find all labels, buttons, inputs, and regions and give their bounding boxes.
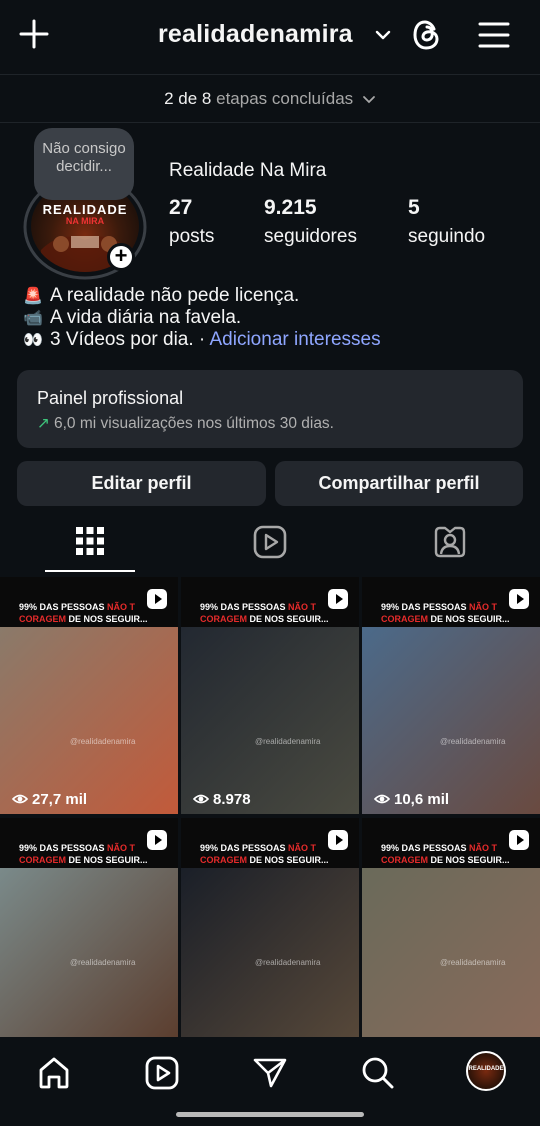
tab-grid[interactable] bbox=[0, 516, 180, 572]
eye-icon bbox=[373, 794, 391, 804]
grid-post[interactable]: 99% DAS PESSOAS NÃO T CORAGEM DE NOS SEGU… bbox=[181, 577, 359, 814]
post-thumbnail bbox=[0, 627, 178, 814]
reel-badge-icon bbox=[328, 830, 348, 850]
grid-post[interactable]: 99% DAS PESSOAS NÃO T CORAGEM DE NOS SEGU… bbox=[362, 577, 540, 814]
plus-icon[interactable] bbox=[18, 18, 50, 50]
watermark: @realidadenamira bbox=[255, 958, 321, 967]
chevron-down-icon[interactable] bbox=[374, 28, 392, 42]
bio-line: 📹 A vida diária na favela. bbox=[22, 307, 381, 329]
banner-line-1: 99% DAS PESSOAS NÃO T bbox=[381, 602, 498, 612]
bio-text: 3 Vídeos por dia. · bbox=[50, 329, 210, 350]
banner-line-2: CORAGEM DE NOS SEGUIR... bbox=[19, 614, 148, 624]
menu-icon[interactable] bbox=[478, 20, 510, 50]
watermark: @realidadenamira bbox=[70, 737, 136, 746]
reel-badge-icon bbox=[147, 830, 167, 850]
watermark: @realidadenamira bbox=[255, 737, 321, 746]
stat-following[interactable]: 5 seguindo bbox=[408, 196, 485, 248]
dashboard-subtitle: ↗ 6,0 mi visualizações nos últimos 30 dia… bbox=[37, 414, 334, 433]
send-icon[interactable] bbox=[252, 1055, 288, 1091]
reels-icon[interactable] bbox=[144, 1055, 180, 1091]
profile-name: Realidade Na Mira bbox=[169, 160, 327, 181]
reel-badge-icon bbox=[509, 830, 529, 850]
dashboard-title: Painel profissional bbox=[37, 388, 184, 408]
stat-label: seguidores bbox=[264, 226, 357, 247]
view-count: 10,6 mil bbox=[373, 791, 449, 808]
stat-number: 5 bbox=[408, 196, 420, 219]
steps-done: 2 de 8 bbox=[164, 89, 212, 108]
chevron-down-icon bbox=[362, 95, 375, 103]
avatar-logo-text: REALIDADE bbox=[468, 1066, 504, 1072]
grid-post[interactable]: 99% DAS PESSOAS NÃO T CORAGEM DE NOS SEGU… bbox=[0, 818, 178, 1055]
add-story-button[interactable]: + bbox=[107, 243, 135, 271]
home-indicator[interactable] bbox=[176, 1112, 364, 1117]
threads-icon[interactable] bbox=[410, 18, 444, 52]
view-count: 27,7 mil bbox=[11, 791, 87, 808]
banner-line-2: CORAGEM DE NOS SEGUIR... bbox=[200, 614, 329, 624]
banner-line-2: CORAGEM DE NOS SEGUIR... bbox=[200, 855, 329, 865]
edit-profile-button[interactable]: Editar perfil bbox=[17, 461, 266, 506]
share-profile-button[interactable]: Compartilhar perfil bbox=[275, 461, 523, 506]
top-bar: realidadenamira bbox=[0, 0, 540, 74]
reels-icon bbox=[253, 525, 287, 559]
profile-tabs bbox=[0, 516, 540, 572]
reel-badge-icon bbox=[328, 589, 348, 609]
banner-line-2: CORAGEM DE NOS SEGUIR... bbox=[381, 614, 510, 624]
note-bubble[interactable]: Não consigo decidir... bbox=[34, 128, 134, 200]
grid-post[interactable]: 99% DAS PESSOAS NÃO T CORAGEM DE NOS SEGU… bbox=[181, 818, 359, 1055]
add-interests-link[interactable]: Adicionar interesses bbox=[210, 329, 381, 350]
eyes-icon: 👀 bbox=[23, 332, 43, 349]
stat-label: seguindo bbox=[408, 226, 486, 247]
grid-post[interactable]: 99% DAS PESSOAS NÃO T CORAGEM DE NOS SEGU… bbox=[0, 577, 178, 814]
username-switcher[interactable]: realidadenamira bbox=[158, 20, 353, 49]
watermark: @realidadenamira bbox=[440, 737, 506, 746]
eye-icon bbox=[11, 794, 29, 804]
eye-icon bbox=[192, 794, 210, 804]
siren-icon: 🚨 bbox=[23, 288, 43, 305]
bio-line: 🚨 A realidade não pede licença. bbox=[22, 285, 381, 307]
banner-line-1: 99% DAS PESSOAS NÃO T bbox=[200, 602, 317, 612]
watermark: @realidadenamira bbox=[70, 958, 136, 967]
search-icon[interactable] bbox=[360, 1055, 396, 1091]
stat-number: 9.215 bbox=[264, 196, 317, 219]
post-thumbnail bbox=[362, 627, 540, 814]
home-icon[interactable] bbox=[36, 1055, 72, 1091]
profile-avatar[interactable]: REALIDADE bbox=[466, 1051, 506, 1091]
banner-line-1: 99% DAS PESSOAS NÃO T bbox=[381, 843, 498, 853]
bio-text: A vida diária na favela. bbox=[50, 307, 242, 328]
tagged-person-icon bbox=[434, 526, 466, 558]
watermark: @realidadenamira bbox=[440, 958, 506, 967]
reel-badge-icon bbox=[147, 589, 167, 609]
stat-label: posts bbox=[169, 226, 215, 247]
tab-reels[interactable] bbox=[180, 516, 360, 572]
banner-line-1: 99% DAS PESSOAS NÃO T bbox=[19, 843, 136, 853]
grid-icon bbox=[76, 527, 104, 555]
dashboard-subtitle-text: 6,0 mi visualizações nos últimos 30 dias… bbox=[54, 415, 334, 432]
grid-post[interactable]: 99% DAS PESSOAS NÃO T CORAGEM DE NOS SEGU… bbox=[362, 818, 540, 1055]
stat-followers[interactable]: 9.215 seguidores bbox=[264, 196, 357, 248]
divider bbox=[0, 74, 540, 75]
stat-number: 27 bbox=[169, 196, 193, 219]
trend-up-icon: ↗ bbox=[37, 415, 50, 432]
stat-posts[interactable]: 27 posts bbox=[169, 196, 214, 248]
bio-text: A realidade não pede licença. bbox=[50, 285, 300, 306]
banner-line-1: 99% DAS PESSOAS NÃO T bbox=[19, 602, 136, 612]
onboarding-steps[interactable]: 2 de 8 etapas concluídas bbox=[0, 76, 540, 122]
banner-line-2: CORAGEM DE NOS SEGUIR... bbox=[381, 855, 510, 865]
bio-line: 👀 3 Vídeos por dia. · Adicionar interesse… bbox=[22, 329, 381, 351]
divider bbox=[0, 122, 540, 123]
professional-dashboard[interactable]: Painel profissional ↗ 6,0 mi visualizaçõe… bbox=[17, 370, 523, 448]
active-tab-indicator bbox=[45, 570, 135, 572]
reel-badge-icon bbox=[509, 589, 529, 609]
post-thumbnail bbox=[181, 627, 359, 814]
view-count: 8.978 bbox=[192, 791, 251, 808]
banner-line-1: 99% DAS PESSOAS NÃO T bbox=[200, 843, 317, 853]
banner-line-2: CORAGEM DE NOS SEGUIR... bbox=[19, 855, 148, 865]
bio: 🚨 A realidade não pede licença. 📹 A vida d… bbox=[22, 285, 381, 351]
video-camera-icon: 📹 bbox=[23, 310, 43, 327]
tab-tagged[interactable] bbox=[360, 516, 540, 572]
steps-rest: etapas concluídas bbox=[216, 89, 354, 108]
